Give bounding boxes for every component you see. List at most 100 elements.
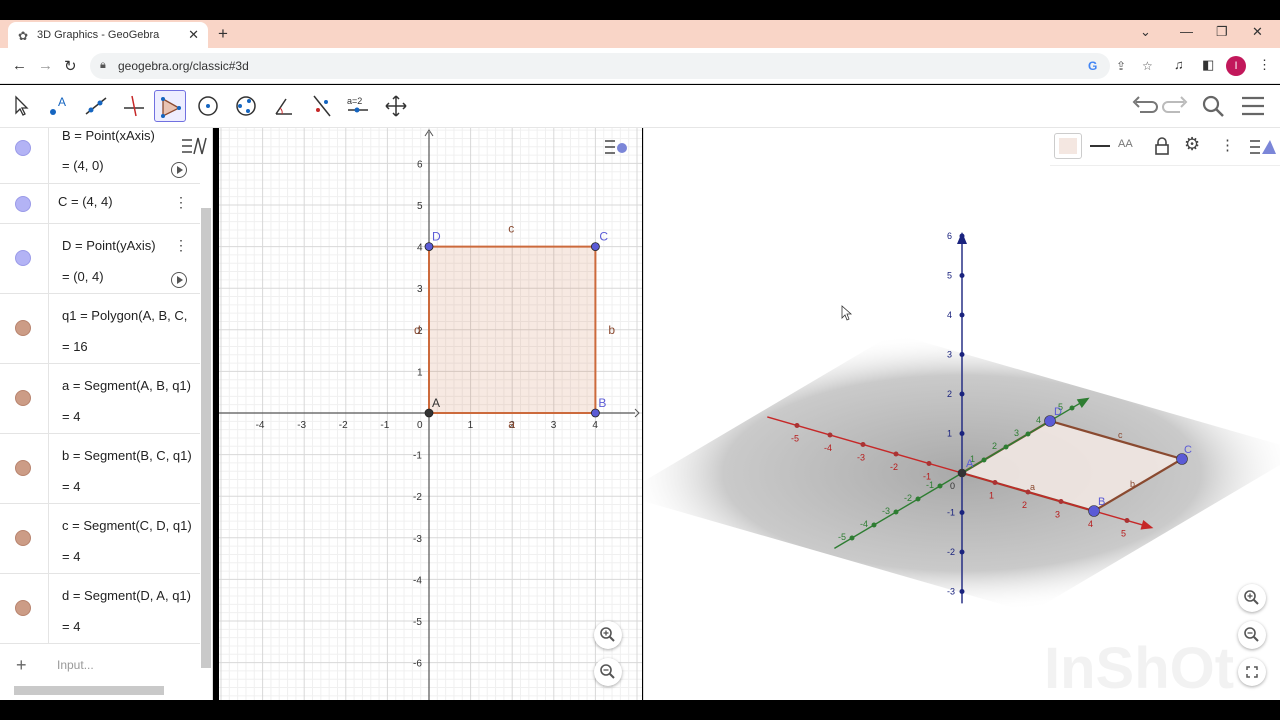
redo-icon[interactable] (1162, 93, 1190, 119)
visibility-toggle[interactable] (15, 460, 31, 476)
segment-label-3d: c (1118, 430, 1123, 440)
circle-tool-icon[interactable] (192, 90, 224, 122)
visibility-toggle[interactable] (15, 196, 31, 212)
point-tool-icon[interactable]: A (42, 90, 74, 122)
back-icon[interactable]: ← (12, 57, 27, 74)
graphics-2d-canvas[interactable]: -4 -3 -2 -1 0 1 2 3 4654321-1-2-3-4-5-6abcdA BCD (219, 128, 642, 700)
google-icon[interactable]: G (1088, 59, 1097, 73)
graphics-style-icon[interactable] (603, 136, 631, 158)
graphics-3d-canvas[interactable]: -5-4-3-2-112345-5-4-3-2-112345654321-1-2… (644, 128, 1280, 700)
z-tick-label-3d: -1 (947, 508, 955, 518)
visibility-toggle[interactable] (15, 600, 31, 616)
zoom-in-icon[interactable] (1238, 584, 1266, 612)
definition-B[interactable]: B = Point(xAxis) (62, 128, 200, 143)
algebra-row-D[interactable]: D = Point(yAxis) ⋮ = (0, 4) (0, 224, 200, 294)
y-tick-3d (1025, 431, 1031, 437)
undo-icon[interactable] (1130, 93, 1158, 119)
definition-d[interactable]: d = Segment(D, A, q1) (62, 588, 200, 603)
move-tool-icon[interactable] (4, 90, 36, 122)
y-tick-label-3d: -3 (882, 506, 890, 516)
add-icon[interactable]: + (16, 655, 27, 676)
visibility-toggle[interactable] (15, 530, 31, 546)
y-tick-3d (981, 457, 987, 463)
slider-tool-icon[interactable]: a=2 (342, 90, 374, 122)
close-tab-icon[interactable]: ✕ (188, 27, 199, 43)
row-menu-icon[interactable]: ⋮ (174, 194, 188, 211)
settings-gear-icon[interactable]: ⚙ (1184, 134, 1200, 155)
browser-tab[interactable]: ✿ 3D Graphics - GeoGebra ✕ (8, 22, 208, 48)
algebra-row-a[interactable]: a = Segment(A, B, q1) = 4 (0, 364, 200, 434)
forward-icon[interactable]: → (38, 57, 53, 74)
graphics-view-2d[interactable]: -4 -3 -2 -1 0 1 2 3 4 6 5 4 3 2 1 -1 -2 -3 -4 -5 -6 a b c d A B C D (219, 128, 642, 700)
definition-a[interactable]: a = Segment(A, B, q1) (62, 378, 200, 393)
geogebra-toolbar: A a=2 (0, 85, 1280, 128)
algebra-row-C[interactable]: C = (4, 4) ⋮ (0, 184, 200, 224)
visibility-toggle[interactable] (15, 250, 31, 266)
definition-b[interactable]: b = Segment(B, C, q1) (62, 448, 200, 463)
algebra-row-B[interactable]: B = Point(xAxis) = (4, 0) (0, 128, 200, 184)
divider (48, 184, 49, 223)
zoom-in-icon[interactable] (594, 621, 622, 649)
algebra-row-c[interactable]: c = Segment(C, D, q1) = 4 (0, 504, 200, 574)
new-tab-button[interactable]: + (218, 24, 228, 44)
z-tick-label-3d: 1 (947, 429, 952, 439)
search-icon[interactable] (1200, 93, 1228, 119)
fullscreen-icon[interactable] (1238, 658, 1266, 686)
reload-icon[interactable]: ↻ (64, 57, 77, 75)
point-label-3d-B: B (1098, 496, 1105, 508)
reflect-tool-icon[interactable] (306, 90, 338, 122)
zoom-out-icon[interactable] (1238, 621, 1266, 649)
visibility-toggle[interactable] (15, 320, 31, 336)
x-tick-label: 1 (468, 420, 474, 431)
media-icon[interactable]: ♫ (1174, 57, 1184, 72)
definition-c[interactable]: c = Segment(C, D, q1) (62, 518, 200, 533)
browser-menu-icon[interactable]: ⋮ (1258, 57, 1271, 73)
definition-q1[interactable]: q1 = Polygon(A, B, C, (62, 308, 200, 323)
row-menu-icon[interactable]: ⋮ (174, 237, 188, 254)
play-icon[interactable] (171, 162, 187, 178)
algebra-input[interactable]: Input... (57, 658, 94, 672)
y-tick-label: 6 (417, 159, 423, 170)
bookmark-star-icon[interactable]: ☆ (1142, 59, 1153, 73)
play-icon[interactable] (171, 272, 187, 288)
side-panel-icon[interactable]: ◧ (1202, 57, 1214, 73)
algebra-row-b[interactable]: b = Segment(B, C, q1) = 4 (0, 434, 200, 504)
main-menu-icon[interactable] (1240, 93, 1268, 119)
algebra-row-q1[interactable]: q1 = Polygon(A, B, C, = 16 (0, 294, 200, 364)
share-icon[interactable]: ⇪ (1116, 59, 1126, 73)
algebra-row-d[interactable]: d = Segment(D, A, q1) = 4 (0, 574, 200, 644)
z-tick-3d (959, 431, 965, 436)
move-view-tool-icon[interactable] (380, 90, 412, 122)
angle-tool-icon[interactable] (268, 90, 300, 122)
y-tick-label-3d: -4 (860, 519, 868, 529)
y-tick-3d (915, 496, 921, 502)
tab-search-icon[interactable]: ⌄ (1140, 24, 1151, 40)
visibility-toggle[interactable] (15, 390, 31, 406)
horizontal-scrollbar[interactable] (14, 686, 164, 695)
lock-icon[interactable] (1154, 136, 1170, 156)
line-tool-icon[interactable] (80, 90, 112, 122)
view-style-icon[interactable] (1248, 136, 1278, 158)
polygon-tool-icon[interactable] (154, 90, 186, 122)
conic-tool-icon[interactable] (230, 90, 262, 122)
url-field[interactable]: 🔒︎ geogebra.org/classic#3d G ⇪ ☆ (90, 53, 1153, 79)
restore-icon[interactable]: ❐ (1216, 24, 1228, 40)
site-info-icon[interactable]: 🔒︎ (100, 59, 106, 72)
minimize-icon[interactable]: — (1180, 24, 1193, 39)
algebra-input-row[interactable]: + Input... (0, 646, 200, 682)
text-style-icon[interactable]: AA (1118, 138, 1133, 150)
graphics-view-3d[interactable]: -5 -4 -3 -2 -1 1 2 3 4 5 -5 -4 -3 -2 -1 1 2 3 4 5 6 5 4 3 2 1 -1 -2… (643, 128, 1280, 700)
visibility-toggle[interactable] (15, 140, 31, 156)
x-tick-label-3d: 3 (1055, 510, 1060, 520)
more-menu-icon[interactable]: ⋮ (1220, 136, 1235, 154)
close-window-icon[interactable]: ✕ (1252, 24, 1263, 40)
y-tick-3d (1069, 405, 1075, 411)
perpendicular-tool-icon[interactable] (118, 90, 150, 122)
zoom-out-icon[interactable] (594, 658, 622, 686)
vertical-scrollbar[interactable] (201, 208, 211, 668)
z-tick-3d (959, 273, 965, 278)
profile-avatar[interactable]: I (1226, 56, 1246, 76)
color-button[interactable] (1054, 133, 1082, 159)
z-tick-label-3d: -3 (947, 587, 955, 597)
line-style-icon[interactable] (1088, 138, 1112, 154)
